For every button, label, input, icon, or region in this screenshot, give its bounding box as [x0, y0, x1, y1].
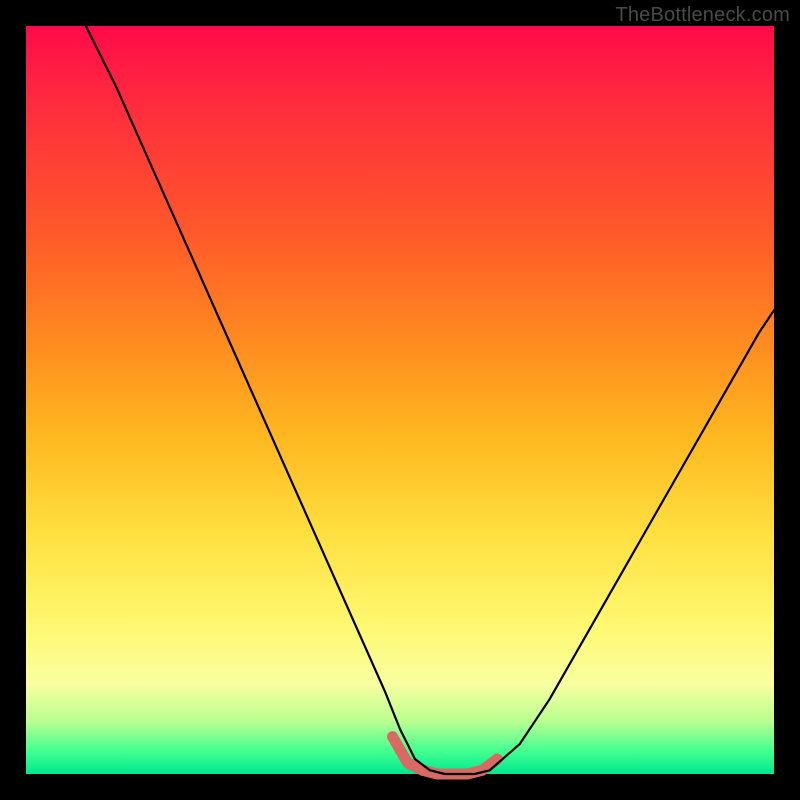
- main-curve-series: [86, 26, 774, 774]
- plot-area: [26, 26, 774, 774]
- chart-frame: TheBottleneck.com: [0, 0, 800, 800]
- chart-svg: [26, 26, 774, 774]
- bottom-highlight-series: [393, 737, 498, 774]
- watermark-text: TheBottleneck.com: [615, 4, 790, 27]
